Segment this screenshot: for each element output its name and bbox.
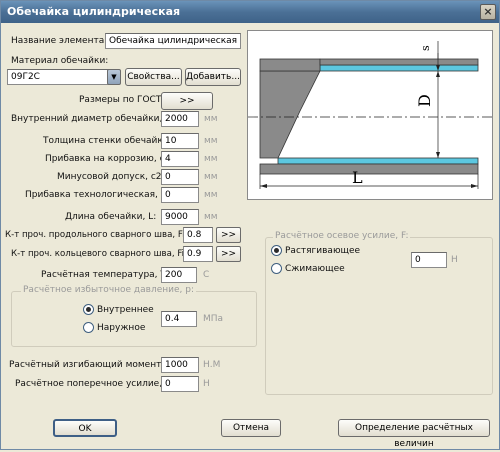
shear-force-unit: Н <box>203 379 210 389</box>
ring-weld-input[interactable]: 0.9 <box>183 246 213 262</box>
dialog-window: Обечайка цилиндрическая × Название элеме… <box>0 0 500 450</box>
material-label: Материал обечайки: <box>11 56 109 66</box>
length-unit: мм <box>204 212 218 222</box>
chevron-down-icon: ▼ <box>111 73 117 81</box>
shear-force-label: Расчётное поперечное усилие, Q: <box>15 379 176 389</box>
shear-force-input[interactable]: 0 <box>161 376 199 392</box>
wall-thickness-unit: мм <box>204 136 218 146</box>
minus-tolerance-label: Минусовой допуск, c2: <box>57 172 165 182</box>
minus-tolerance-unit: мм <box>204 172 218 182</box>
pressure-internal-radio[interactable] <box>83 304 94 315</box>
ok-button[interactable]: OK <box>53 419 117 437</box>
shell-wall-top <box>319 64 479 72</box>
axial-force-group <box>265 237 493 395</box>
calculate-values-button[interactable]: Определение расчётных величин <box>338 419 490 449</box>
temperature-unit: С <box>203 270 210 280</box>
gost-label: Размеры по ГОСТ: <box>79 95 165 105</box>
temperature-input[interactable]: 200 <box>161 267 197 283</box>
material-add-button[interactable]: Добавить... <box>185 68 241 86</box>
axial-compression-radio[interactable] <box>271 263 282 274</box>
window-title: Обечайка цилиндрическая <box>7 5 181 18</box>
tech-allowance-label: Прибавка технологическая, c3: <box>25 190 175 200</box>
pressure-external-label: Наружное <box>97 323 146 333</box>
bending-moment-unit: Н.М <box>203 360 221 370</box>
tech-allowance-unit: мм <box>204 190 218 200</box>
l-label: L <box>352 168 363 187</box>
pressure-internal-label: Внутреннее <box>97 305 154 315</box>
pressure-unit: МПа <box>203 314 224 324</box>
axial-compression-label: Сжимающее <box>285 264 345 274</box>
axial-tension-radio[interactable] <box>271 245 282 256</box>
temperature-label: Расчётная температура, T: <box>41 270 168 280</box>
axial-force-group-title: Расчётное осевое усилие, F: <box>273 231 411 241</box>
corrosion-label: Прибавка на коррозию, c1: <box>45 154 174 164</box>
shell-wall-bottom <box>277 157 479 165</box>
length-input[interactable]: 9000 <box>161 209 199 225</box>
shell-drawing: s D L <box>247 30 493 200</box>
axial-force-unit: Н <box>451 255 458 265</box>
d-label: D <box>415 94 434 107</box>
shell-base <box>259 163 479 175</box>
bending-moment-input[interactable]: 1000 <box>161 357 199 373</box>
long-weld-label: К-т проч. продольного сварного шва, Fip: <box>5 230 193 240</box>
close-button[interactable]: × <box>480 4 496 20</box>
length-label: Длина обечайки, L: <box>65 212 157 222</box>
gost-button[interactable]: >> <box>161 92 213 110</box>
material-properties-button[interactable]: Свойства... <box>125 68 182 86</box>
long-weld-input[interactable]: 0.8 <box>183 227 213 243</box>
long-weld-button[interactable]: >> <box>216 227 241 243</box>
axial-tension-label: Растягивающее <box>285 246 361 256</box>
pressure-group-title: Расчётное избыточное давление, p: <box>21 285 196 295</box>
inner-diameter-label: Внутренний диаметр обечайки, D: <box>11 114 176 124</box>
material-dropdown-button[interactable]: ▼ <box>107 69 121 85</box>
ring-weld-label: К-т проч. кольцевого сварного шва, Fit: <box>11 249 191 259</box>
corrosion-unit: мм <box>204 154 218 164</box>
title-bar: Обечайка цилиндрическая × <box>1 1 499 23</box>
minus-tolerance-input[interactable]: 0 <box>161 169 199 185</box>
element-name-label: Название элемента: <box>11 36 108 46</box>
inner-diameter-unit: мм <box>204 114 218 124</box>
ring-weld-button[interactable]: >> <box>216 246 241 262</box>
material-select[interactable]: 09Г2С <box>7 69 111 85</box>
tech-allowance-input[interactable]: 0 <box>161 187 199 203</box>
s-label: s <box>419 45 432 51</box>
inner-diameter-input[interactable]: 2000 <box>161 111 199 127</box>
bending-moment-label: Расчётный изгибающий момент, M: <box>9 360 178 370</box>
axial-force-input[interactable]: 0 <box>411 252 447 268</box>
material-value: 09Г2С <box>11 72 40 82</box>
cancel-button[interactable]: Отмена <box>221 419 281 437</box>
element-name-input[interactable]: Обечайка цилиндрическая №1 <box>105 33 241 49</box>
corrosion-input[interactable]: 4 <box>161 151 199 167</box>
shell-diagram-svg: s D L <box>248 41 492 189</box>
pressure-input[interactable]: 0.4 <box>161 311 197 327</box>
pressure-external-radio[interactable] <box>83 322 94 333</box>
wall-thickness-input[interactable]: 10 <box>161 133 199 149</box>
